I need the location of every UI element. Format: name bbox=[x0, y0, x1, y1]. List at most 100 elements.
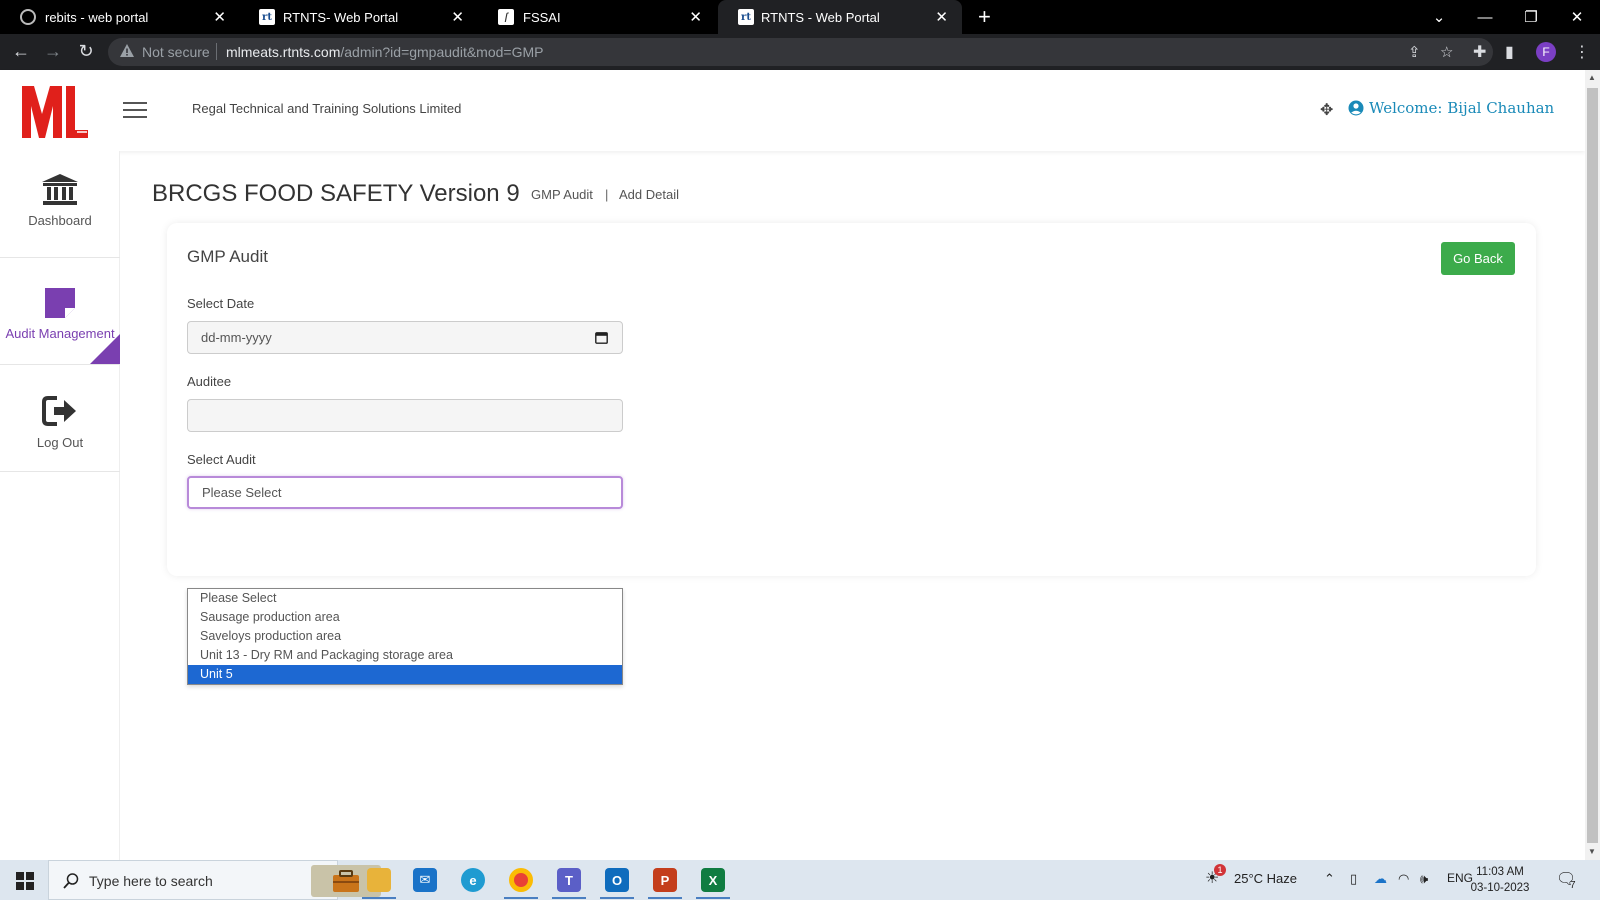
web-page: Regal Technical and Training Solutions L… bbox=[0, 70, 1585, 860]
globe-icon bbox=[20, 9, 36, 25]
breadcrumb-add-detail: Add Detail bbox=[619, 187, 679, 202]
auditee-input[interactable] bbox=[187, 399, 623, 432]
weather-text[interactable]: 25°C Haze bbox=[1234, 871, 1297, 886]
warning-triangle-icon bbox=[120, 44, 134, 57]
excel-icon[interactable]: X bbox=[690, 860, 736, 900]
scroll-up-arrow-icon[interactable]: ▲ bbox=[1588, 73, 1596, 82]
close-window-icon[interactable]: ✕ bbox=[1554, 0, 1600, 34]
restore-icon[interactable]: ❐ bbox=[1508, 0, 1554, 34]
note-icon bbox=[45, 288, 75, 318]
browser-tab-active[interactable]: rt RTNTS - Web Portal ✕ bbox=[718, 0, 962, 34]
breadcrumb-separator: | bbox=[605, 187, 609, 202]
select-date-label: Select Date bbox=[187, 296, 255, 311]
page-scrollbar[interactable]: ▲ ▼ bbox=[1585, 70, 1600, 860]
url-text[interactable]: mlmeats.rtnts.com/admin?id=gmpaudit&mod=… bbox=[226, 44, 543, 60]
tab-close-icon[interactable]: ✕ bbox=[689, 8, 702, 26]
chevron-up-icon[interactable]: ⌃ bbox=[1324, 871, 1335, 887]
reload-icon[interactable]: ↻ bbox=[75, 41, 97, 62]
app-header: Regal Technical and Training Solutions L… bbox=[0, 70, 1585, 151]
sidebar-item-audit-management[interactable]: Audit Management bbox=[0, 258, 120, 365]
welcome-user[interactable]: Welcome: Bijal Chauhan bbox=[1369, 99, 1554, 117]
tab-title: RTNTS- Web Portal bbox=[283, 10, 399, 25]
dropdown-option[interactable]: Unit 13 - Dry RM and Packaging storage a… bbox=[188, 646, 622, 665]
page-title: BRCGS FOOD SAFETY Version 9 bbox=[152, 180, 520, 207]
calendar-icon[interactable] bbox=[595, 331, 608, 344]
dropdown-option[interactable]: Sausage production area bbox=[188, 608, 622, 627]
extensions-puzzle-icon[interactable]: ✚ bbox=[1473, 42, 1486, 62]
profile-avatar[interactable]: F bbox=[1536, 42, 1556, 62]
company-name: Regal Technical and Training Solutions L… bbox=[192, 101, 462, 116]
sidebar-item-dashboard[interactable]: Dashboard bbox=[0, 151, 120, 258]
user-circle-icon bbox=[1348, 100, 1364, 116]
active-indicator bbox=[90, 334, 120, 364]
card-title: GMP Audit bbox=[187, 247, 268, 266]
onedrive-icon[interactable]: ☁ bbox=[1374, 871, 1387, 887]
share-icon[interactable]: ⇪ bbox=[1408, 43, 1421, 61]
teams-icon[interactable]: T bbox=[546, 860, 592, 900]
weather-badge: 1 bbox=[1214, 864, 1226, 876]
search-icon bbox=[63, 873, 79, 889]
breadcrumb-gmp-audit[interactable]: GMP Audit bbox=[531, 187, 593, 202]
tab-close-icon[interactable]: ✕ bbox=[213, 8, 226, 26]
tab-title: rebits - web portal bbox=[45, 10, 149, 25]
file-explorer-icon[interactable] bbox=[356, 860, 402, 900]
fssai-icon: ſ bbox=[498, 9, 514, 25]
clock-date: 03-10-2023 bbox=[1470, 882, 1530, 894]
forward-arrow-icon[interactable]: → bbox=[42, 41, 64, 62]
clock-time: 11:03 AM bbox=[1476, 866, 1524, 878]
rt-icon: rt bbox=[738, 9, 754, 25]
minimize-icon[interactable]: — bbox=[1462, 0, 1508, 34]
date-input[interactable]: dd-mm-yyyy bbox=[187, 321, 623, 354]
select-audit-label: Select Audit bbox=[187, 452, 256, 467]
sidebar-item-label: Dashboard bbox=[28, 213, 92, 228]
scroll-thumb[interactable] bbox=[1587, 88, 1598, 843]
dropdown-option-highlighted[interactable]: Unit 5 bbox=[188, 665, 622, 684]
audit-select-value: Please Select bbox=[202, 485, 282, 500]
tab-search-chevron-icon[interactable]: ⌄ bbox=[1416, 0, 1462, 34]
side-panel-icon[interactable]: ▮ bbox=[1505, 42, 1514, 62]
windows-start-icon[interactable] bbox=[16, 872, 34, 890]
menu-kebab-icon[interactable]: ⋮ bbox=[1574, 42, 1590, 62]
bank-icon bbox=[42, 174, 78, 205]
outlook-icon[interactable]: O bbox=[594, 860, 640, 900]
tab-close-icon[interactable]: ✕ bbox=[935, 8, 948, 26]
windows-taskbar: Type here to search ✉ e T O P X ☀ 1 25°C… bbox=[0, 860, 1600, 900]
rt-icon: rt bbox=[259, 9, 275, 25]
edge-icon[interactable]: e bbox=[450, 860, 496, 900]
scroll-down-arrow-icon[interactable]: ▼ bbox=[1588, 847, 1596, 856]
volume-icon[interactable]: 🕪 bbox=[1420, 871, 1428, 887]
browser-toolbar: ← → ↻ Not secure mlmeats.rtnts.com/admin… bbox=[0, 34, 1600, 70]
hamburger-menu-icon[interactable] bbox=[123, 102, 147, 118]
powerpoint-icon[interactable]: P bbox=[642, 860, 688, 900]
dropdown-option[interactable]: Saveloys production area bbox=[188, 627, 622, 646]
mail-icon[interactable]: ✉ bbox=[402, 860, 448, 900]
sidebar-item-log-out[interactable]: Log Out bbox=[0, 365, 120, 472]
new-tab-plus-icon[interactable]: + bbox=[978, 4, 991, 30]
clock[interactable]: 11:03 AM 03-10-2023 bbox=[1465, 864, 1535, 896]
ml-logo bbox=[22, 86, 88, 138]
bookmark-star-icon[interactable]: ☆ bbox=[1440, 43, 1453, 61]
form-card: GMP Audit Go Back Select Date dd-mm-yyyy… bbox=[167, 223, 1536, 576]
device-icon[interactable]: ▯ bbox=[1350, 871, 1357, 887]
audit-dropdown-list: Please Select Sausage production area Sa… bbox=[187, 588, 623, 685]
taskbar-search[interactable]: Type here to search bbox=[48, 860, 381, 900]
tab-title: FSSAI bbox=[523, 10, 561, 25]
chrome-icon[interactable] bbox=[498, 860, 544, 900]
url-divider bbox=[216, 43, 217, 60]
browser-tab[interactable]: ſ FSSAI ✕ bbox=[478, 0, 716, 34]
go-back-button[interactable]: Go Back bbox=[1441, 242, 1515, 275]
browser-tab-strip: rebits - web portal ✕ rt RTNTS- Web Port… bbox=[0, 0, 1600, 34]
logout-icon bbox=[42, 396, 76, 426]
tab-close-icon[interactable]: ✕ bbox=[451, 8, 464, 26]
browser-tab[interactable]: rebits - web portal ✕ bbox=[0, 0, 240, 34]
browser-tab[interactable]: rt RTNTS- Web Portal ✕ bbox=[240, 0, 478, 34]
notification-count: 7 bbox=[1570, 880, 1576, 891]
dropdown-option[interactable]: Please Select bbox=[188, 589, 622, 608]
back-arrow-icon[interactable]: ← bbox=[10, 41, 32, 62]
search-placeholder: Type here to search bbox=[89, 873, 213, 889]
security-label[interactable]: Not secure bbox=[142, 44, 210, 60]
audit-select[interactable]: Please Select bbox=[187, 476, 623, 509]
wifi-icon[interactable]: ◠ bbox=[1398, 871, 1409, 887]
address-bar[interactable]: Not secure mlmeats.rtnts.com/admin?id=gm… bbox=[108, 38, 1493, 66]
move-arrows-icon[interactable]: ✥ bbox=[1320, 100, 1333, 120]
